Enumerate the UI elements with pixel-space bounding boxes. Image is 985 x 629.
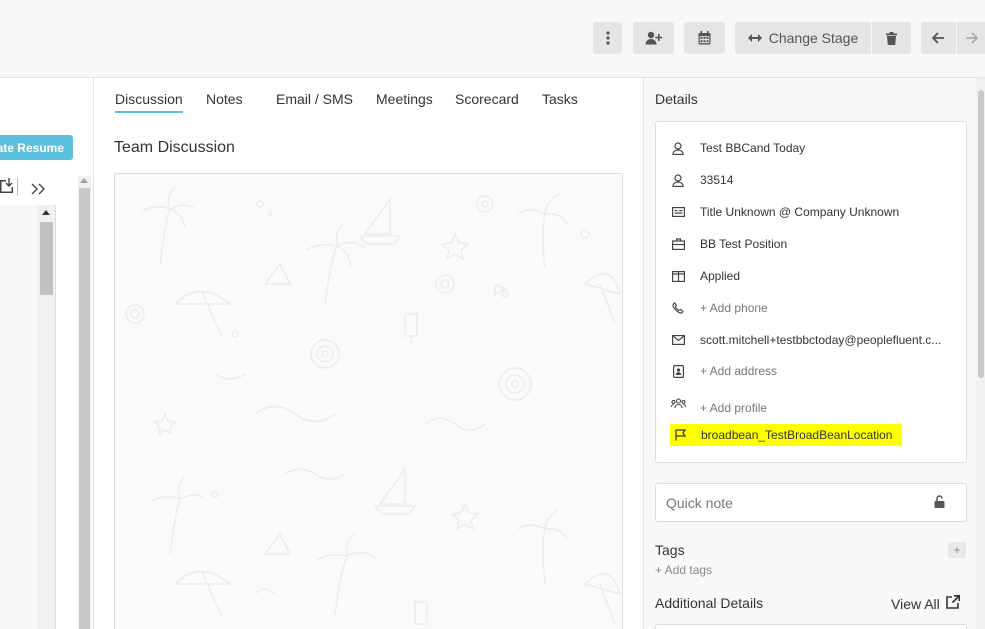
detail-row-name[interactable]: Test BBCand Today — [670, 137, 805, 159]
details-panel-scrollbar[interactable] — [976, 78, 985, 629]
phone-icon — [670, 300, 686, 316]
detail-row-location[interactable]: broadbean_TestBroadBeanLocation — [670, 424, 903, 446]
tab-tasks[interactable]: Tasks — [542, 91, 578, 111]
top-toolbar: Change Stage — [0, 0, 985, 78]
arrow-right-icon — [965, 32, 978, 44]
add-tags-link[interactable]: + Add tags — [655, 563, 712, 577]
external-link-icon — [945, 595, 961, 612]
detail-row-stage[interactable]: Applied — [670, 265, 740, 287]
user-icon — [670, 140, 686, 156]
scrollbar-thumb[interactable] — [40, 222, 53, 295]
address-book-icon — [670, 363, 686, 379]
detail-row-position[interactable]: BB Test Position — [670, 233, 787, 255]
trash-icon — [886, 31, 897, 45]
vertical-ellipsis-icon — [605, 31, 610, 45]
download-icon[interactable] — [0, 178, 13, 199]
unlock-icon[interactable] — [934, 495, 945, 513]
candidate-details-panel: Details Test BBCand Today 33514 Title Un… — [643, 78, 985, 629]
position-name: BB Test Position — [700, 237, 788, 251]
briefcase-icon — [670, 236, 686, 252]
details-card: Test BBCand Today 33514 Title Unknown @ … — [655, 121, 967, 463]
double-chevron-right-icon[interactable] — [31, 182, 46, 200]
change-stage-button[interactable]: Change Stage — [735, 22, 871, 54]
section-title: Team Discussion — [114, 139, 235, 156]
change-stage-label: Change Stage — [768, 30, 859, 46]
tab-meetings[interactable]: Meetings — [376, 91, 433, 111]
add-user-button[interactable] — [633, 22, 674, 54]
detail-row-candidate-id[interactable]: 33514 — [670, 169, 733, 191]
add-phone-link[interactable]: + Add phone — [670, 297, 768, 319]
users-icon — [670, 396, 686, 412]
calendar-icon — [698, 31, 711, 45]
tab-email-sms[interactable]: Email / SMS — [276, 91, 353, 111]
schedule-button[interactable] — [684, 22, 725, 54]
scrollbar-thumb[interactable] — [978, 90, 984, 378]
previous-button[interactable] — [921, 22, 956, 54]
more-options-button[interactable] — [593, 22, 622, 54]
candidate-name: Test BBCand Today — [700, 141, 806, 155]
discussion-thread — [114, 173, 623, 629]
candidate-id: 33514 — [700, 173, 734, 187]
user-plus-icon — [645, 31, 663, 45]
beach-pattern-background — [125, 186, 622, 625]
next-button[interactable] — [957, 22, 985, 54]
user-id-icon — [670, 172, 686, 188]
resume-panel: ate Resume — [0, 78, 94, 629]
quick-note-input[interactable] — [655, 483, 967, 522]
activity-panel: Discussion Notes Email / SMS Meetings Sc… — [95, 78, 643, 629]
columns-icon — [670, 268, 686, 284]
tags-title: Tags — [655, 542, 685, 558]
scrollbar-thumb[interactable] — [79, 188, 90, 629]
tab-notes[interactable]: Notes — [206, 91, 243, 111]
add-phone-text: + Add phone — [700, 301, 768, 315]
detail-row-title-company[interactable]: Title Unknown @ Company Unknown — [670, 201, 899, 223]
resume-panel-scrollbar[interactable] — [78, 176, 91, 629]
envelope-icon — [670, 332, 686, 348]
details-title: Details — [655, 91, 698, 107]
icon-divider — [17, 178, 18, 196]
title-company: Title Unknown @ Company Unknown — [700, 205, 900, 219]
resume-viewer-scrollbar[interactable] — [38, 205, 55, 629]
add-profile-text: + Add profile — [700, 401, 768, 415]
location-name: broadbean_TestBroadBeanLocation — [701, 428, 893, 442]
scroll-up-arrow-icon[interactable] — [80, 178, 88, 183]
stage-name: Applied — [700, 269, 741, 283]
arrow-left-icon — [932, 32, 945, 44]
add-tag-button[interactable]: + — [948, 542, 966, 558]
view-all-link[interactable]: View All — [891, 595, 961, 612]
delete-button[interactable] — [872, 22, 911, 54]
additional-details-card — [655, 624, 967, 629]
generate-resume-button[interactable]: ate Resume — [0, 135, 73, 160]
flag-icon — [673, 427, 689, 443]
add-address-link[interactable]: + Add address — [670, 360, 777, 382]
id-card-icon — [670, 204, 686, 220]
candidate-email: scott.mitchell+testbbctoday@peoplefluent… — [700, 333, 942, 347]
scroll-up-arrow-icon[interactable] — [42, 210, 50, 215]
tab-discussion[interactable]: Discussion — [115, 91, 183, 113]
horizontal-arrows-icon — [747, 33, 762, 43]
detail-row-email[interactable]: scott.mitchell+testbbctoday@peoplefluent… — [670, 329, 941, 351]
tab-scorecard[interactable]: Scorecard — [455, 91, 519, 111]
additional-details-title: Additional Details — [655, 595, 764, 611]
view-all-label: View All — [891, 595, 940, 612]
add-address-text: + Add address — [700, 364, 778, 378]
add-profile-link[interactable]: + Add profile — [670, 397, 767, 419]
